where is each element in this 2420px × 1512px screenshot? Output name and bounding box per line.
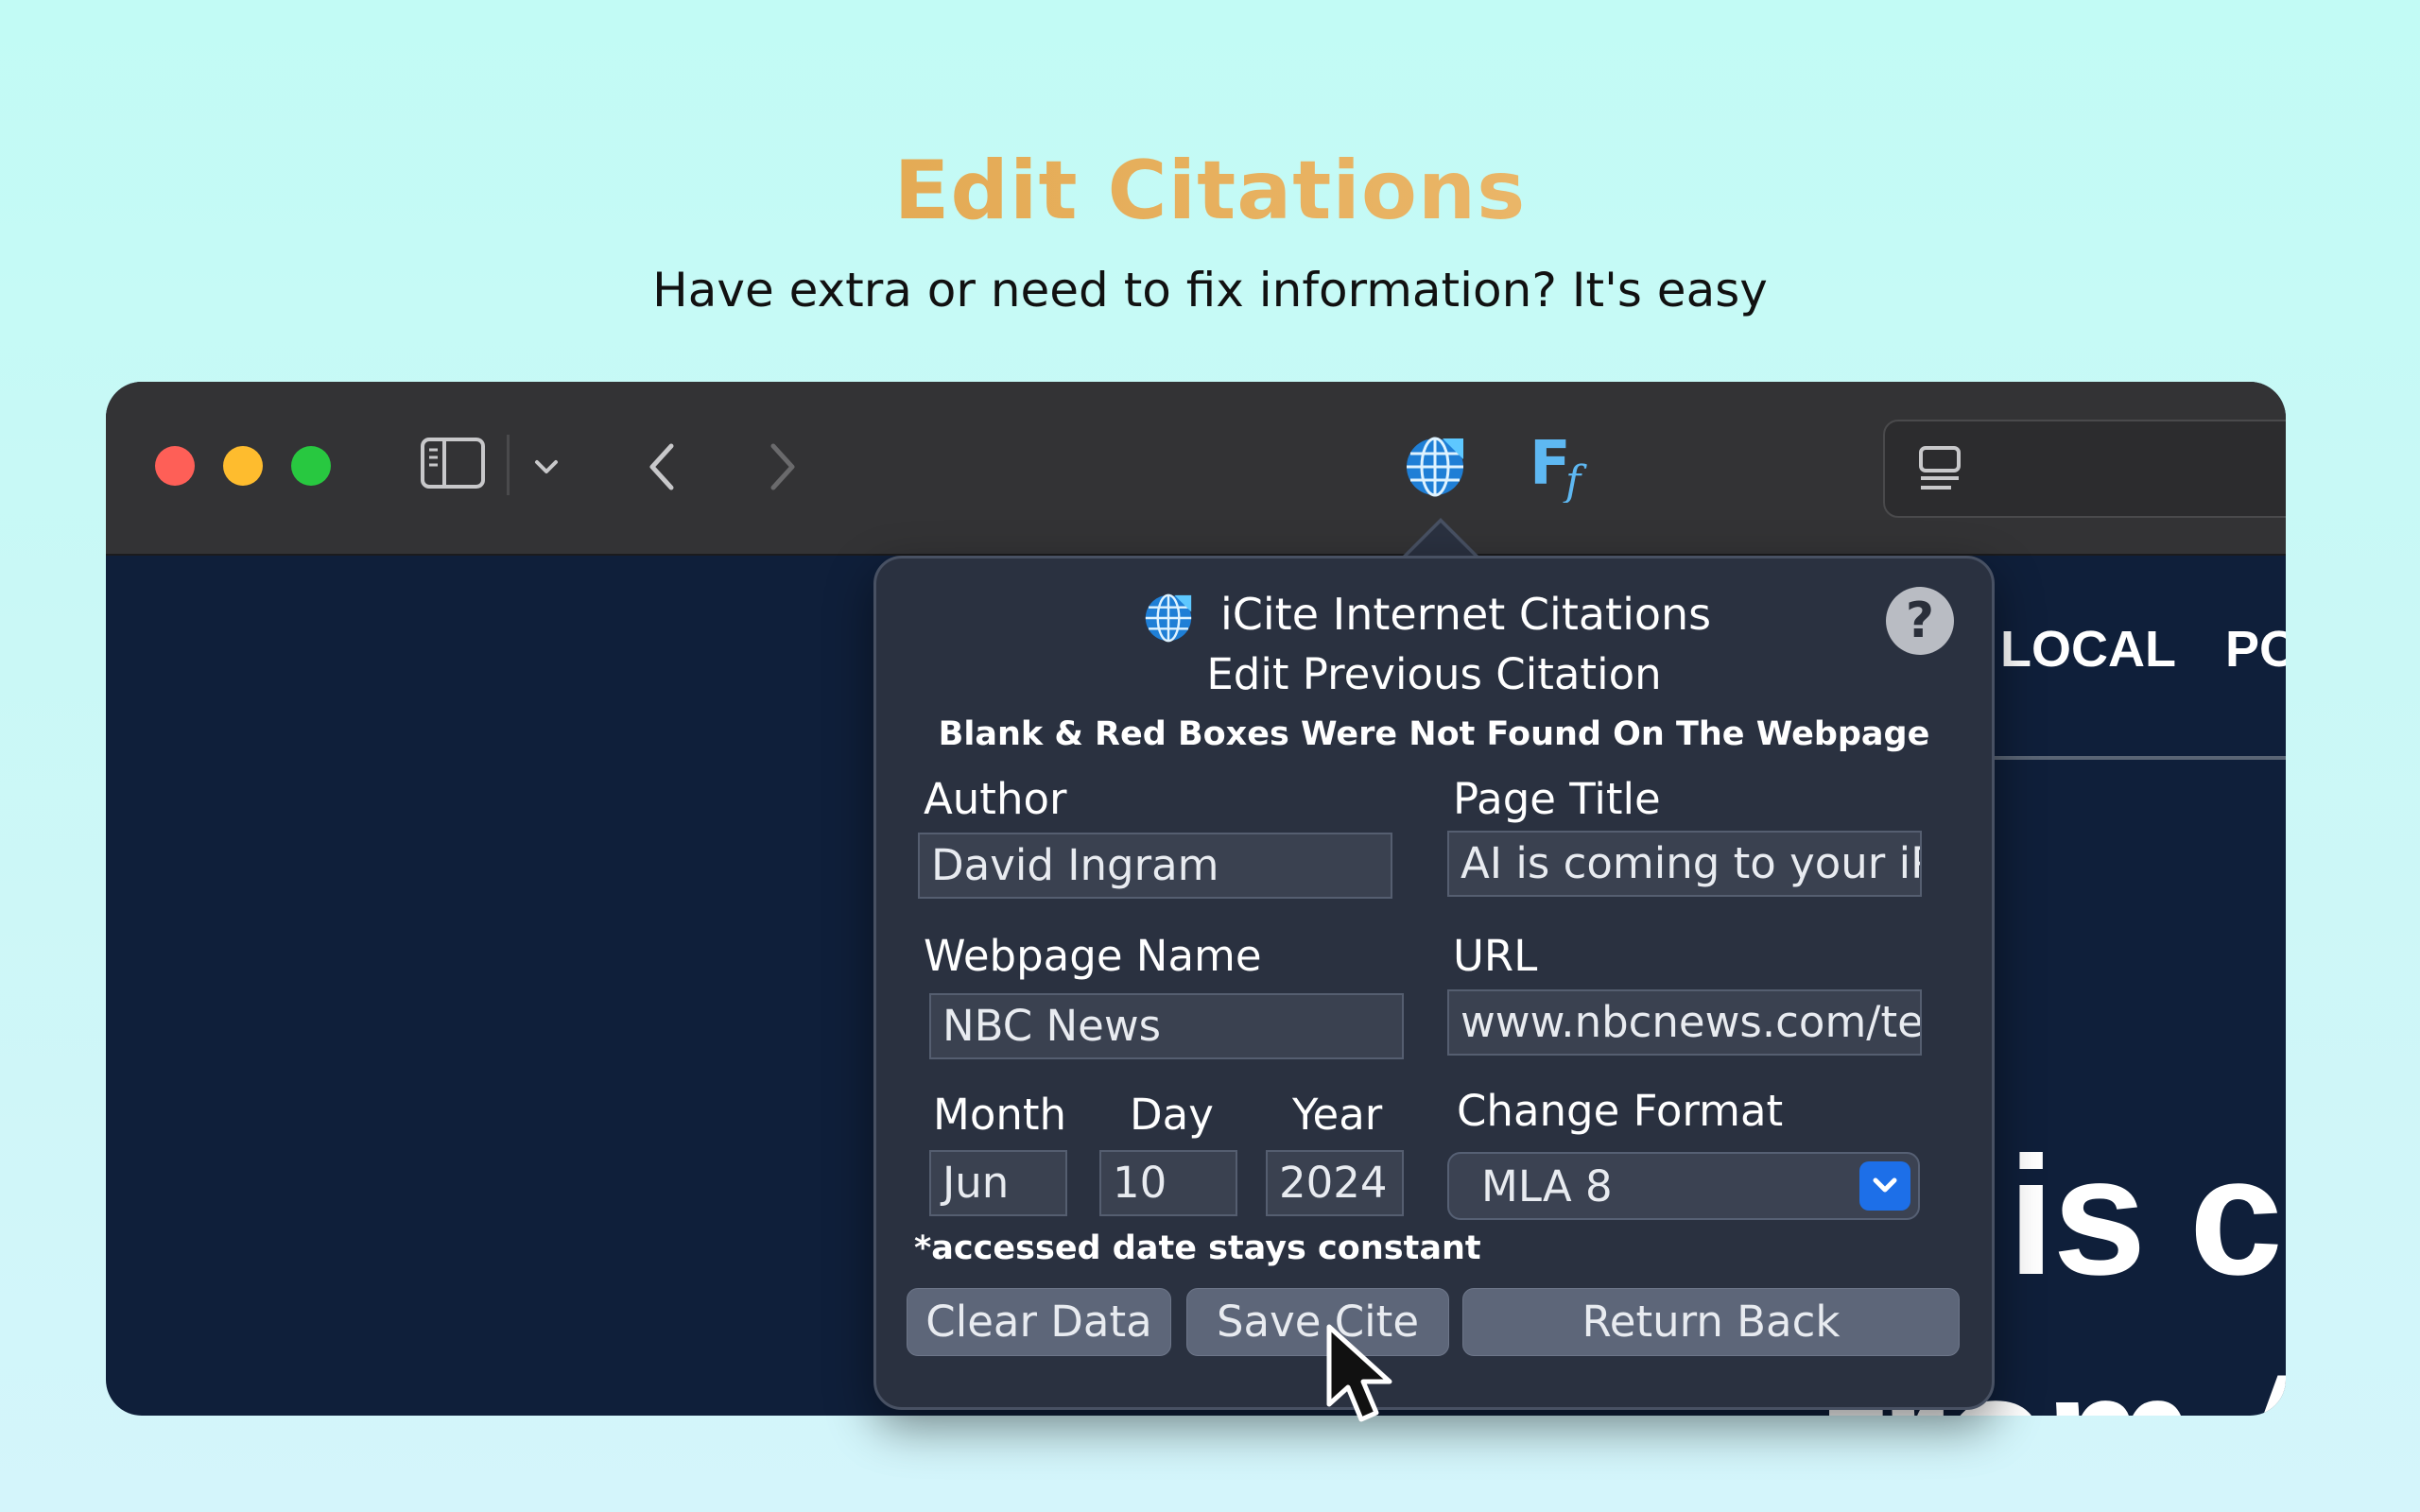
webpage-name-label: Webpage Name xyxy=(924,931,1262,981)
chevron-down-icon[interactable] xyxy=(529,450,563,484)
year-field[interactable]: 2024 xyxy=(1266,1150,1404,1216)
url-field[interactable]: www.nbcnews.com/tec xyxy=(1447,989,1922,1056)
sidebar-icon[interactable] xyxy=(420,437,486,490)
save-cite-button[interactable]: Save Cite xyxy=(1186,1288,1449,1356)
month-field[interactable]: Jun xyxy=(929,1150,1067,1216)
app-title: iCite Internet Citations xyxy=(1220,589,1712,640)
help-button[interactable]: ? xyxy=(1886,587,1954,655)
article-headline-line1: is co xyxy=(2008,1122,2286,1310)
address-bar[interactable] xyxy=(1883,420,2286,518)
webpage-name-field[interactable]: NBC News xyxy=(929,993,1404,1059)
forward-icon[interactable] xyxy=(758,437,805,497)
format-select[interactable]: MLA 8 xyxy=(1447,1152,1920,1220)
chevron-down-icon[interactable] xyxy=(1859,1161,1910,1211)
hero-subtitle: Have extra or need to fix information? I… xyxy=(652,263,1768,318)
reader-icon[interactable] xyxy=(1915,444,1964,493)
format-selected-value: MLA 8 xyxy=(1481,1161,1613,1211)
zoom-window-button[interactable] xyxy=(291,446,331,486)
missing-fields-notice: Blank & Red Boxes Were Not Found On The … xyxy=(938,715,1930,753)
page-title-field[interactable]: AI is coming to your iP xyxy=(1447,831,1922,897)
author-field[interactable]: David Ingram xyxy=(918,833,1392,899)
site-nav-po[interactable]: PO xyxy=(2225,620,2286,679)
day-label: Day xyxy=(1130,1090,1214,1140)
mouse-cursor-icon xyxy=(1326,1324,1392,1422)
site-nav-divider xyxy=(1987,756,2286,760)
popover-subtitle: Edit Previous Citation xyxy=(1206,649,1662,699)
browser-toolbar: F f xyxy=(106,382,2286,556)
back-icon[interactable] xyxy=(639,437,686,497)
svg-text:f: f xyxy=(1563,457,1587,503)
toolbar-separator xyxy=(507,435,510,495)
author-label: Author xyxy=(924,774,1067,824)
close-window-button[interactable] xyxy=(155,446,195,486)
icite-popover: iCite Internet Citations ? Edit Previous… xyxy=(873,556,1995,1410)
day-field[interactable]: 10 xyxy=(1099,1150,1237,1216)
globe-extension-icon[interactable] xyxy=(1401,433,1469,501)
minimize-window-button[interactable] xyxy=(223,446,263,486)
hero-title: Edit Citations xyxy=(0,144,2420,238)
globe-app-icon xyxy=(1145,593,1192,643)
page-title-label: Page Title xyxy=(1453,774,1661,824)
url-label: URL xyxy=(1453,931,1538,981)
change-format-label: Change Format xyxy=(1457,1086,1784,1136)
month-label: Month xyxy=(933,1090,1067,1140)
clear-data-button[interactable]: Clear Data xyxy=(907,1288,1171,1356)
popover-arrow-inner xyxy=(1405,523,1477,558)
ff-extension-icon[interactable]: F f xyxy=(1528,427,1603,503)
site-nav-local[interactable]: LOCAL xyxy=(2000,620,2176,679)
accessed-date-note: *accessed date stays constant xyxy=(914,1229,1481,1267)
year-label: Year xyxy=(1292,1090,1383,1140)
return-back-button[interactable]: Return Back xyxy=(1462,1288,1960,1356)
